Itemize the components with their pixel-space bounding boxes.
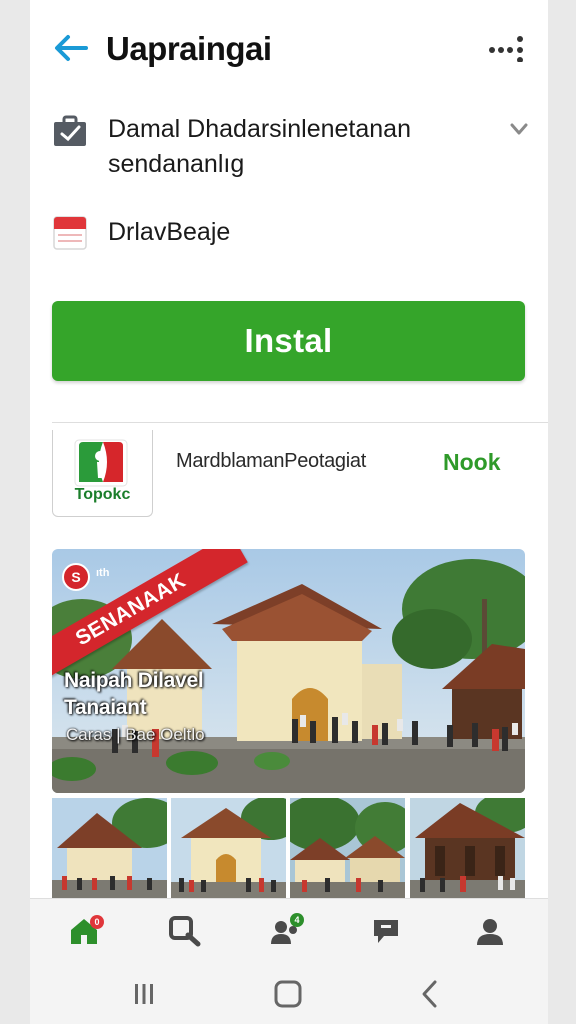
page-title: Uapraingai [106, 30, 272, 67]
partner-app-name: MardblamanPeotagiat [176, 450, 366, 472]
briefcase-icon [52, 114, 88, 148]
chevron-down-icon[interactable] [506, 116, 532, 142]
nav-search[interactable] [165, 913, 205, 949]
app-logo-label: Topokc [74, 486, 131, 503]
more-dots-icon [489, 36, 523, 62]
chevron-left-icon [422, 980, 437, 1008]
system-nav-bar [30, 962, 548, 1024]
app-logo-icon [74, 439, 128, 487]
recent-apps-button[interactable] [124, 978, 164, 1010]
home-system-button[interactable] [268, 978, 308, 1010]
thumbnail[interactable] [52, 798, 167, 898]
hero-title-line-1: Naipah Dilavel [64, 669, 204, 692]
bottom-nav: 0 4 [30, 898, 548, 962]
app-screen: Uapraingai Damal Dhadarsinlenetanan send… [30, 0, 548, 1024]
hero-subtitle: Caras | Bae Oeltlo [66, 725, 205, 744]
nav-community[interactable]: 4 [266, 913, 306, 949]
more-menu-button[interactable] [486, 34, 526, 62]
organization-row[interactable]: Damal Dhadarsinlenetanan sendananlıg [52, 110, 532, 190]
arrow-left-icon [55, 35, 88, 61]
search-icon [169, 916, 201, 947]
hero-title: Naipah Dilavel Tanaiant [64, 667, 204, 721]
community-badge: 4 [290, 913, 304, 927]
partner-app-action[interactable]: Nook [443, 449, 501, 476]
profile-icon [477, 919, 503, 945]
hero-title-line-2: Tanaiant [64, 696, 147, 719]
app-header: Uapraingai [30, 0, 548, 95]
recent-apps-icon [135, 984, 153, 1004]
install-button[interactable]: Instal [52, 301, 525, 381]
hero-badge-text: ıth [96, 567, 110, 579]
hero-badge: S [62, 563, 90, 591]
thumbnail[interactable] [171, 798, 286, 898]
chat-icon [374, 920, 398, 943]
organization-name: Damal Dhadarsinlenetanan sendananlıg [108, 115, 411, 178]
partner-app-logo-card[interactable]: Topokc [52, 430, 153, 517]
date-row: DrlavBeaje [52, 212, 532, 256]
back-system-button[interactable] [410, 978, 450, 1010]
back-button[interactable] [50, 30, 90, 66]
nav-chat[interactable] [366, 913, 406, 949]
event-date: DrlavBeaje [108, 218, 231, 246]
home-square-icon [274, 980, 302, 1008]
divider [52, 422, 548, 423]
nav-home[interactable]: 0 [64, 913, 104, 949]
thumbnail-strip [52, 798, 525, 898]
thumbnail[interactable] [410, 798, 525, 898]
thumbnail[interactable] [290, 798, 405, 898]
nav-profile[interactable] [470, 913, 510, 949]
calendar-icon [52, 215, 88, 251]
hero-photo[interactable]: SENANAAK S ıth Naipah Dilavel Tanaiant C… [52, 549, 525, 793]
home-badge: 0 [90, 915, 104, 929]
